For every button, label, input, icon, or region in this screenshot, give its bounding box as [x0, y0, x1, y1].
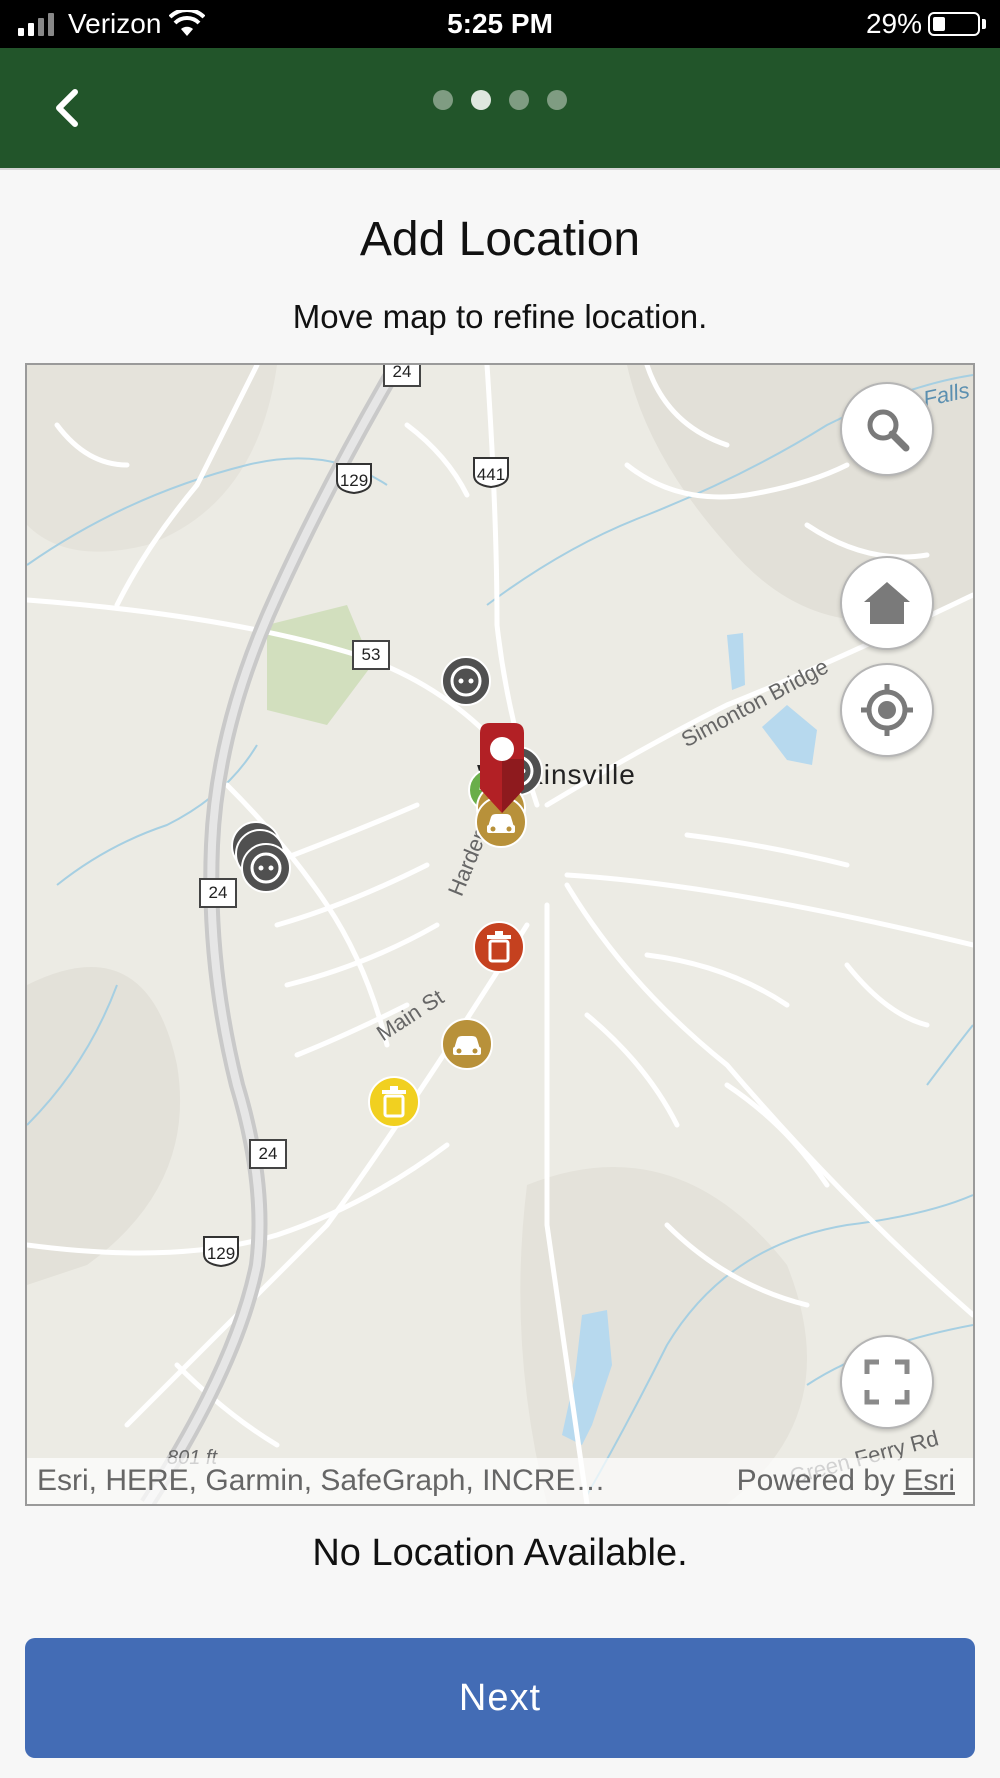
route-shield: 53	[352, 640, 390, 670]
battery-icon	[928, 12, 980, 36]
attribution-sources: Esri, HERE, Garmin, SafeGraph, INCRE…	[37, 1464, 606, 1497]
cluster-marker-icon[interactable]	[440, 655, 492, 707]
locate-icon	[861, 684, 913, 736]
map-fullscreen-button[interactable]	[840, 1335, 934, 1429]
location-status: No Location Available.	[312, 1532, 688, 1574]
powered-by: Powered by Esri	[737, 1464, 955, 1498]
page-instruction: Move map to refine location.	[292, 298, 708, 335]
trash-marker-icon[interactable]	[472, 920, 526, 974]
battery-percent: 29%	[865, 8, 922, 39]
cluster-stack-icon[interactable]	[230, 820, 300, 900]
clock: 5:25 PM	[447, 8, 553, 39]
route-shield: 24	[249, 1139, 287, 1169]
step-dot	[547, 90, 567, 110]
map-view[interactable]: Watkinsville Harden Hill Rd Main St Simo…	[25, 363, 975, 1506]
next-button[interactable]: Next	[25, 1638, 975, 1758]
location-pin-icon[interactable]	[476, 719, 528, 815]
page-title: Add Location	[359, 213, 641, 266]
step-indicator	[0, 90, 1000, 110]
fullscreen-icon	[864, 1359, 910, 1405]
trash-marker-icon[interactable]	[367, 1075, 421, 1129]
map-home-button[interactable]	[840, 556, 934, 650]
car-marker-icon[interactable]	[440, 1017, 494, 1071]
us-route-label: 441	[476, 465, 506, 484]
esri-link[interactable]: Esri	[903, 1464, 955, 1497]
status-bar: Verizon 5:25 PM 29%	[0, 0, 1000, 48]
us-route-label: 129	[206, 1244, 236, 1263]
map-search-button[interactable]	[840, 382, 934, 476]
step-dot	[509, 90, 529, 110]
map-attribution: Esri, HERE, Garmin, SafeGraph, INCRE… Po…	[27, 1458, 973, 1504]
battery-group: 29%	[866, 8, 986, 40]
step-dot	[433, 90, 453, 110]
route-shield: 24	[383, 365, 421, 387]
step-dot	[471, 90, 491, 110]
us-route-label: 129	[339, 471, 369, 490]
header-divider	[0, 168, 1000, 170]
search-icon	[867, 409, 910, 452]
map-locate-button[interactable]	[840, 663, 934, 757]
home-icon	[864, 582, 910, 624]
powered-by-label: Powered by	[736, 1464, 904, 1497]
